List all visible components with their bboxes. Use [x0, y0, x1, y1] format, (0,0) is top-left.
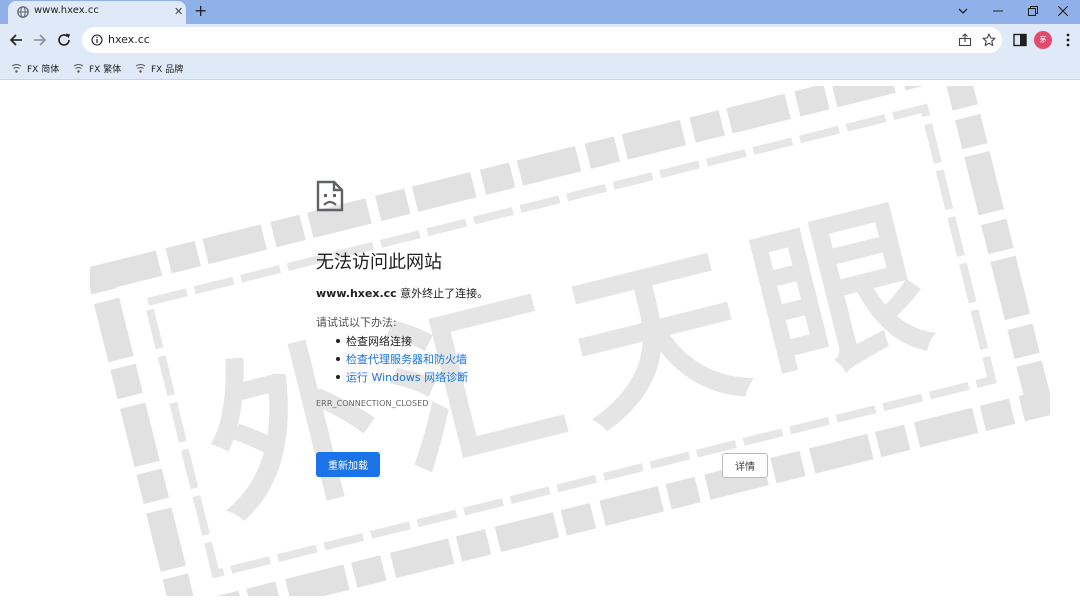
- reload-icon[interactable]: [56, 32, 72, 48]
- suggestion-check-proxy[interactable]: 检查代理服务器和防火墙: [336, 351, 467, 367]
- bullet: [336, 357, 340, 361]
- suggestion-link[interactable]: 检查代理服务器和防火墙: [346, 351, 467, 367]
- bookmark-label: FX 繁体: [89, 64, 122, 75]
- details-button[interactable]: 详情: [722, 453, 768, 478]
- tab-close-icon[interactable]: ✕: [174, 4, 183, 20]
- error-description-text: 意外终止了连接。: [396, 287, 489, 300]
- url-text: hxex.cc: [108, 33, 150, 46]
- error-code: ERR_CONNECTION_CLOSED: [316, 399, 429, 408]
- tab-strip: www.hxex.cc ✕ +: [0, 0, 1080, 24]
- tab-title: www.hxex.cc: [34, 5, 99, 16]
- error-title: 无法访问此网站: [316, 252, 442, 273]
- bookmark-fx-brand[interactable]: FX 品牌: [135, 61, 183, 75]
- bullet: [336, 339, 340, 343]
- close-window-button[interactable]: [1040, 0, 1080, 22]
- bookmark-favicon-icon: [11, 63, 22, 73]
- close-icon: [1058, 6, 1068, 16]
- bookmark-favicon-icon: [135, 63, 146, 73]
- bookmark-fx-traditional[interactable]: FX 繁体: [73, 61, 121, 75]
- site-info-icon[interactable]: [91, 34, 103, 46]
- browser-tab[interactable]: www.hxex.cc ✕: [8, 1, 186, 24]
- share-icon[interactable]: [958, 33, 972, 47]
- chevron-down-icon: [958, 8, 968, 14]
- new-tab-button[interactable]: +: [194, 1, 207, 21]
- suggestion-text: 检查网络连接: [346, 335, 412, 348]
- error-description: www.hxex.cc 意外终止了连接。: [316, 285, 488, 301]
- try-label: 请试试以下办法:: [316, 316, 397, 329]
- bookmark-favicon-icon: [73, 63, 84, 73]
- bookmark-star-icon[interactable]: [982, 33, 996, 47]
- suggestion-link[interactable]: 运行 Windows 网络诊断: [346, 369, 468, 385]
- forward-arrow-icon[interactable]: [32, 32, 48, 48]
- error-page: 无法访问此网站 www.hxex.cc 意外终止了连接。 请试试以下办法: 检查…: [0, 81, 1080, 614]
- side-panel-icon[interactable]: [1012, 32, 1028, 48]
- more-menu-icon[interactable]: [1060, 32, 1076, 48]
- sad-page-icon: [316, 180, 344, 212]
- suggestion-run-diagnostics[interactable]: 运行 Windows 网络诊断: [336, 369, 468, 385]
- reload-button[interactable]: 重新加载: [316, 452, 380, 477]
- error-host: www.hxex.cc: [316, 287, 397, 300]
- bullet: [336, 375, 340, 379]
- browser-toolbar: hxex.cc 茅: [0, 24, 1080, 56]
- back-arrow-icon[interactable]: [8, 32, 24, 48]
- bookmark-label: FX 简体: [27, 64, 60, 75]
- address-bar[interactable]: hxex.cc: [82, 27, 1002, 53]
- profile-avatar[interactable]: 茅: [1034, 31, 1052, 49]
- bookmarks-bar: FX 简体 FX 繁体 FX 品牌: [0, 56, 1080, 80]
- globe-icon: [17, 6, 29, 18]
- restore-icon: [1028, 6, 1038, 16]
- suggestion-check-network: 检查网络连接: [336, 333, 412, 349]
- bookmark-label: FX 品牌: [151, 64, 184, 75]
- minimize-icon: [993, 10, 1003, 12]
- bookmark-fx-simplified[interactable]: FX 简体: [11, 61, 59, 75]
